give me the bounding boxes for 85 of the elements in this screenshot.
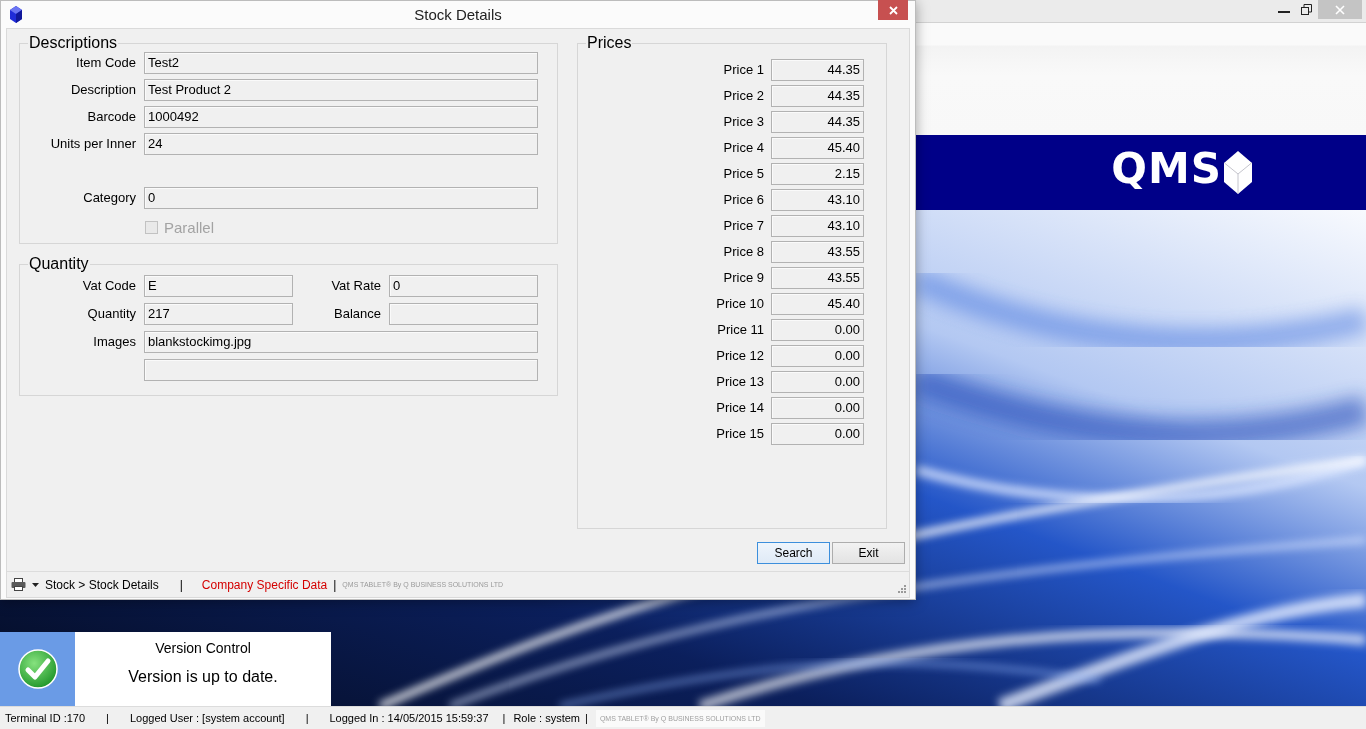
- print-menu-button[interactable]: [11, 575, 39, 594]
- printer-icon: [11, 578, 26, 591]
- cube-logo-icon: [1224, 151, 1252, 194]
- price-field[interactable]: 0.00: [771, 319, 864, 341]
- price-label: Price 13: [715, 373, 764, 391]
- price-field[interactable]: 45.40: [771, 137, 864, 159]
- price-label: Price 9: [722, 269, 764, 287]
- text-field[interactable]: E: [144, 275, 293, 297]
- check-circle-icon: [17, 649, 58, 689]
- price-label: Price 10: [715, 295, 764, 313]
- dialog-title: Stock Details: [414, 5, 502, 25]
- price-label: Price 1: [722, 61, 764, 79]
- price-field[interactable]: 43.10: [771, 215, 864, 237]
- group-title: Descriptions: [28, 34, 119, 52]
- separator: |: [305, 712, 309, 724]
- price-label: Price 12: [715, 347, 764, 365]
- price-label: Price 5: [722, 165, 764, 183]
- field-label: Images: [92, 333, 136, 351]
- notification-message: Version is up to date.: [128, 668, 278, 686]
- text-field[interactable]: 0: [144, 187, 538, 209]
- field-label: Balance: [333, 305, 381, 323]
- separator: |: [333, 577, 337, 592]
- separator: |: [502, 712, 506, 724]
- logo-text: QMS: [1111, 147, 1222, 190]
- text-field[interactable]: Test Product 2: [144, 79, 538, 101]
- close-icon: [888, 5, 898, 15]
- price-field[interactable]: 2.15: [771, 163, 864, 185]
- field-label: Category: [82, 189, 136, 207]
- status-text: Terminal ID :170: [5, 712, 86, 724]
- text-field[interactable]: 24: [144, 133, 538, 155]
- field-label: Units per Inner: [49, 135, 136, 153]
- status-text: Logged In : 14/05/2015 15:59:37: [329, 712, 489, 724]
- text-field[interactable]: 217: [144, 303, 293, 325]
- text-field[interactable]: 1000492: [144, 106, 538, 128]
- price-label: Price 7: [722, 217, 764, 235]
- field-label: Vat Rate: [330, 277, 381, 295]
- price-field[interactable]: 43.55: [771, 267, 864, 289]
- caret-down-icon: [32, 582, 39, 587]
- price-label: Price 4: [722, 139, 764, 157]
- price-label: Price 3: [722, 113, 764, 131]
- restore-icon: [1300, 4, 1312, 15]
- field-label: Vat Code: [81, 277, 136, 295]
- resize-grip-icon: [898, 584, 906, 593]
- checkbox-label: Parallel: [164, 218, 215, 236]
- separator: |: [585, 712, 588, 724]
- price-field[interactable]: 0.00: [771, 397, 864, 419]
- price-field[interactable]: 44.35: [771, 111, 864, 133]
- data-scope-label: Company Specific Data: [201, 577, 328, 592]
- separator: |: [106, 712, 109, 724]
- price-field[interactable]: 44.35: [771, 85, 864, 107]
- price-label: Price 15: [715, 425, 764, 443]
- status-text: Logged User : [system account]: [129, 712, 285, 724]
- field-label: Item Code: [75, 54, 136, 72]
- text-field[interactable]: [389, 303, 538, 325]
- minimize-icon: [1278, 10, 1290, 13]
- gem-icon: [10, 6, 22, 23]
- price-field[interactable]: 43.55: [771, 241, 864, 263]
- price-label: Price 14: [715, 399, 764, 417]
- separator: |: [179, 577, 183, 592]
- text-field[interactable]: 0: [389, 275, 538, 297]
- price-label: Price 2: [722, 87, 764, 105]
- price-label: Price 11: [716, 321, 764, 339]
- field-label: Quantity: [86, 305, 136, 323]
- price-field[interactable]: 0.00: [771, 371, 864, 393]
- action-button[interactable]: Exit: [832, 542, 905, 564]
- price-label: Price 6: [722, 191, 764, 209]
- group-title: Prices: [586, 34, 633, 52]
- field-label: Barcode: [86, 108, 136, 126]
- close-button[interactable]: [878, 0, 908, 20]
- breadcrumb-text: Stock > Stock Details: [45, 577, 159, 592]
- close-icon: [1335, 4, 1345, 15]
- action-button[interactable]: Search: [757, 542, 830, 564]
- price-field[interactable]: 45.40: [771, 293, 864, 315]
- text-field[interactable]: blankstockimg.jpg: [144, 331, 538, 353]
- group-title: Quantity: [28, 255, 90, 273]
- text-field[interactable]: Test2: [144, 52, 538, 74]
- price-field[interactable]: 0.00: [771, 423, 864, 445]
- price-field[interactable]: 0.00: [771, 345, 864, 367]
- price-field[interactable]: 43.10: [771, 189, 864, 211]
- notification-title: Version Control: [155, 640, 251, 656]
- status-text: Role : system: [513, 712, 581, 724]
- price-label: Price 8: [722, 243, 764, 261]
- field-label: Description: [69, 81, 136, 99]
- text-field[interactable]: [144, 359, 538, 381]
- price-field[interactable]: 44.35: [771, 59, 864, 81]
